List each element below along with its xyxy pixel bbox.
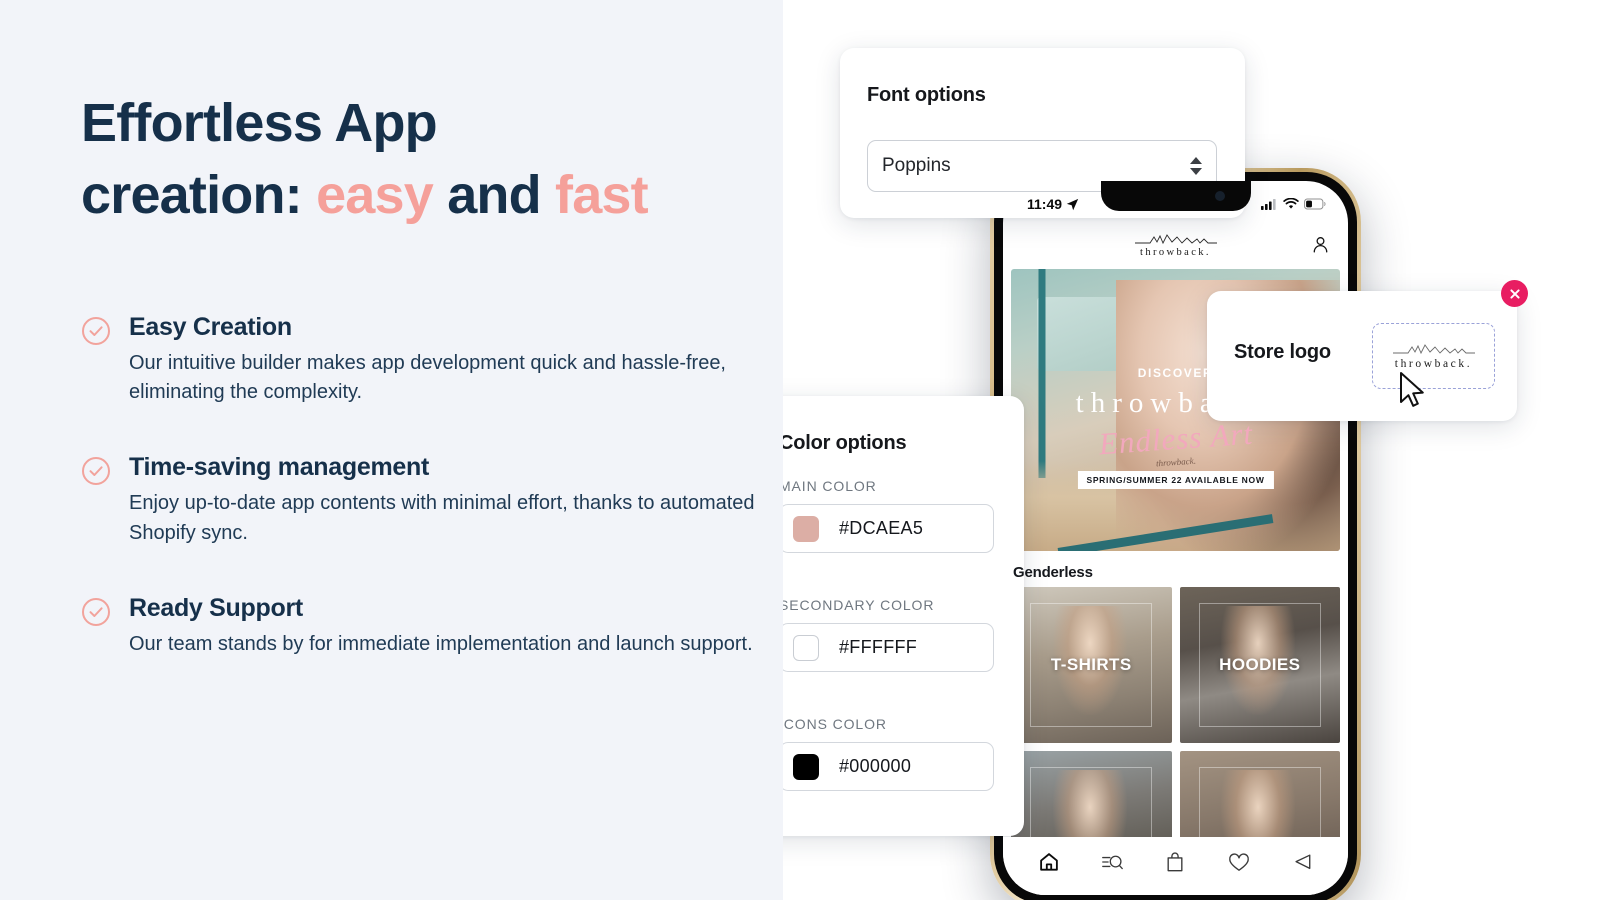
status-time-group: 11:49 <box>1027 196 1079 212</box>
feature-list: Easy Creation Our intuitive builder make… <box>81 312 761 659</box>
feature-title: Time-saving management <box>129 453 429 482</box>
check-circle-icon <box>81 456 111 486</box>
feature-description: Our intuitive builder makes app developm… <box>129 352 726 404</box>
status-time: 11:49 <box>1027 196 1063 212</box>
product-category-grid: T-SHIRTS HOODIES <box>1011 587 1340 837</box>
store-logo-text: throwback. <box>1140 246 1211 258</box>
megaphone-icon[interactable] <box>1285 847 1319 877</box>
secondary-color-value: #FFFFFF <box>839 637 918 657</box>
check-circle-icon <box>81 316 111 346</box>
color-group-main: MAIN COLOR #DCAEA5 <box>783 478 994 553</box>
category-tile-label: HOODIES <box>1219 655 1301 674</box>
phone-notch <box>1100 181 1251 211</box>
main-color-field[interactable]: #DCAEA5 <box>783 504 994 553</box>
cellular-signal-icon <box>1261 199 1276 210</box>
main-color-value: #DCAEA5 <box>839 518 924 538</box>
icons-color-swatch[interactable] <box>793 753 819 780</box>
feature-description: Our team stands by for immediate impleme… <box>129 632 753 655</box>
heart-icon[interactable] <box>1222 847 1256 877</box>
secondary-color-field[interactable]: #FFFFFF <box>783 623 994 672</box>
category-tile-label: T-SHIRTS <box>1050 655 1132 674</box>
up-down-stepper-icon[interactable] <box>1190 157 1202 175</box>
color-group-icons: ICONS COLOR #000000 <box>783 716 994 791</box>
status-indicators <box>1261 198 1326 210</box>
store-logo: throwback. <box>1134 233 1218 258</box>
color-group-label: SECONDARY COLOR <box>783 597 935 613</box>
tile-frame-decoration <box>1198 766 1321 837</box>
bottom-tab-bar <box>1003 837 1348 895</box>
hero-kicker: DISCOVER <box>1137 366 1214 380</box>
category-tile[interactable]: HOODIES <box>1179 587 1340 743</box>
page-title: Effortless App creation: easy and fast <box>81 88 771 232</box>
hero-background-rail <box>1030 269 1074 478</box>
stepper-down-arrow[interactable] <box>1190 168 1202 175</box>
feature-title: Easy Creation <box>129 313 292 341</box>
feature-item-ready-support: Ready Support Our team stands by for imm… <box>81 593 761 659</box>
feature-description: Enjoy up-to-date app contents with minim… <box>129 492 755 544</box>
phone-mockup: 11:49 throwback. DISCOVER throwback. End… <box>990 168 1361 900</box>
category-tile[interactable] <box>1179 751 1340 837</box>
headline-line-2-middle: and <box>433 164 556 225</box>
headline-accent-fast: fast <box>555 164 649 225</box>
home-icon[interactable] <box>1032 847 1066 877</box>
font-options-title: Font options <box>867 84 986 106</box>
store-logo-title: Store logo <box>1234 341 1331 363</box>
hero-badge: SPRING/SUMMER 22 AVAILABLE NOW <box>1077 471 1274 489</box>
color-options-card: Color options MAIN COLOR #DCAEA5 SECONDA… <box>783 396 1024 836</box>
app-preview-panel: 11:49 throwback. DISCOVER throwback. End… <box>783 0 1600 900</box>
phone-screen: 11:49 throwback. DISCOVER throwback. End… <box>1003 181 1348 895</box>
headline-accent-easy: easy <box>316 164 434 225</box>
location-arrow-icon <box>1066 198 1079 210</box>
color-group-label: MAIN COLOR <box>783 478 877 494</box>
icons-color-field[interactable]: #000000 <box>783 742 994 791</box>
stepper-up-arrow[interactable] <box>1190 157 1202 164</box>
section-title: Genderless <box>1013 564 1093 581</box>
store-logo-text: throwback. <box>1394 357 1473 370</box>
feature-title: Ready Support <box>129 593 303 622</box>
check-circle-icon <box>81 597 111 627</box>
logo-squiggle-icon <box>1134 233 1217 244</box>
account-person-icon[interactable] <box>1311 235 1330 259</box>
color-group-label: ICONS COLOR <box>783 716 887 732</box>
mouse-pointer-icon <box>1398 371 1428 411</box>
feature-item-time-saving-management: Time-saving management Enjoy up-to-date … <box>81 452 761 547</box>
category-tile[interactable] <box>1011 751 1172 837</box>
feature-item-easy-creation: Easy Creation Our intuitive builder make… <box>81 312 761 407</box>
headline-line-1: Effortless App <box>81 93 438 153</box>
front-camera-icon <box>1214 191 1225 201</box>
color-group-secondary: SECONDARY COLOR #FFFFFF <box>783 597 994 672</box>
headline-line-2-prefix: creation: <box>81 164 317 225</box>
icons-color-value: #000000 <box>839 756 912 776</box>
promo-panel: Effortless App creation: easy and fast E… <box>0 0 783 900</box>
wifi-icon <box>1283 198 1299 209</box>
logo-dropzone[interactable]: throwback. <box>1372 323 1495 389</box>
search-filter-icon[interactable] <box>1095 847 1129 877</box>
category-tile[interactable]: T-SHIRTS <box>1011 587 1172 743</box>
color-options-title: Color options <box>783 432 907 454</box>
close-x-icon[interactable] <box>1501 280 1528 307</box>
shopping-bag-icon[interactable] <box>1158 847 1192 877</box>
font-select-value: Poppins <box>882 155 951 176</box>
battery-icon <box>1304 198 1326 210</box>
main-color-swatch[interactable] <box>793 515 819 542</box>
secondary-color-swatch[interactable] <box>793 634 819 661</box>
logo-squiggle-icon <box>1392 343 1475 354</box>
store-header: throwback. <box>1003 221 1348 269</box>
phone-bezel: 11:49 throwback. DISCOVER throwback. End… <box>994 172 1357 900</box>
tile-frame-decoration <box>1030 766 1153 837</box>
